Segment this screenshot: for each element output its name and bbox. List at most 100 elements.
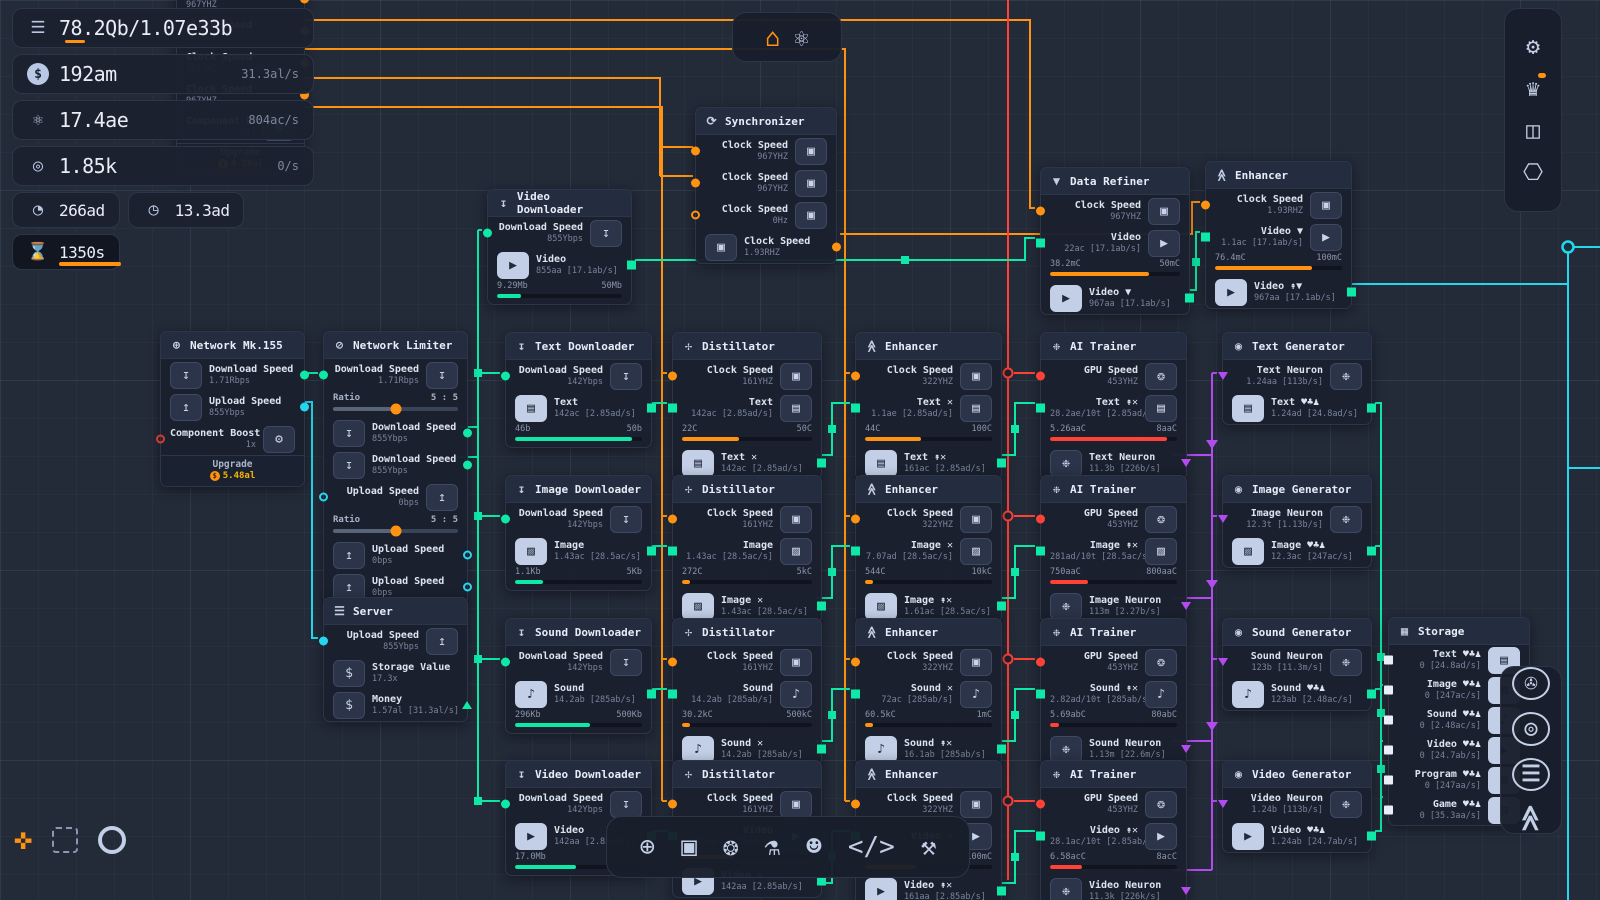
distillator-text[interactable]: ✢DistillatorClock Speed161YHZ▣Text142ac … [672,332,822,480]
node-header[interactable]: ◉Image Generator [1223,476,1371,503]
upload-icon[interactable]: ↥ [426,628,458,655]
synchronizer[interactable]: ⟳SynchronizerClock Speed967YHZ▣Clock Spe… [695,107,837,264]
port-dot-orange[interactable] [1201,201,1210,210]
download-icon[interactable]: ↧ [590,220,622,247]
node-header[interactable]: ▦Storage [1389,618,1529,645]
port-sq-green[interactable] [1036,832,1045,841]
dollar-icon[interactable]: $ [333,660,365,687]
download-icon[interactable]: ↧ [333,420,365,447]
port-sq-green[interactable] [647,690,656,699]
node-header[interactable]: ↧Sound Downloader [506,619,651,646]
port-sq-green[interactable] [1036,239,1045,248]
port-dot-orange[interactable] [1036,207,1045,216]
video-icon[interactable]: ▶ [1050,285,1082,312]
timer-readout[interactable]: ⌛ 1350s [12,234,120,270]
image-generator[interactable]: ◉Image GeneratorImage Neuron12.3t [1.13b… [1222,475,1372,568]
text-icon[interactable]: ▤ [865,450,897,477]
time-readout[interactable]: ◷ 13.3ad [128,192,245,228]
tab-agents[interactable]: ☻ [806,832,822,862]
port-dot-orange[interactable] [691,179,700,188]
port-sq-white[interactable] [1384,806,1393,815]
port-dot-green[interactable] [483,229,492,238]
port-sq-green[interactable] [1367,547,1376,556]
port-sq-green[interactable] [627,261,636,270]
node-header[interactable]: ⊕Network Mk.155 [161,332,304,359]
network-mk155[interactable]: ⊕Network Mk.155↧Download Speed1.71Rbps↥U… [160,331,305,487]
port-sq-green[interactable] [851,690,860,699]
chip-icon[interactable]: ▣ [780,363,812,390]
video-icon[interactable]: ▶ [1215,279,1247,306]
server[interactable]: ☰ServerUpload Speed855Ybps↥$Storage Valu… [323,597,468,722]
port-sq-green[interactable] [668,690,677,699]
sound-icon[interactable]: ♪ [780,681,812,708]
download-icon[interactable]: ↧ [610,363,642,390]
port-dot-cyan-hollow[interactable] [463,551,472,560]
port-sq-green[interactable] [1036,690,1045,699]
move-tool[interactable]: ✜ [14,822,32,857]
ai-trainer-sound[interactable]: ❉AI TrainerGPU Speed453YHZ❂Sound ↟✕2.82a… [1040,618,1187,766]
port-dot-orange[interactable] [691,147,700,156]
pie-readout[interactable]: ◔ 266ad [12,192,120,228]
sound-icon[interactable]: ♪ [865,736,897,763]
port-sq-green[interactable] [997,459,1006,468]
tab-gpu[interactable]: ❂ [723,832,739,862]
neuron-icon[interactable]: ❉ [1050,878,1082,900]
distillator-image[interactable]: ✢DistillatorClock Speed161YHZ▣Image1.43a… [672,475,822,623]
image-icon[interactable]: ▨ [1145,538,1177,565]
video-icon[interactable]: ▶ [1310,224,1342,251]
image-downloader[interactable]: ↧Image DownloaderDownload Speed142Ybps↧▨… [505,475,652,591]
tab-code[interactable]: </> [848,832,895,862]
port-sq-green[interactable] [997,887,1006,896]
port-sq-green[interactable] [668,547,677,556]
gpu-icon[interactable]: ❂ [1145,791,1177,818]
node-header[interactable]: ❉AI Trainer [1041,619,1186,646]
sound-icon[interactable]: ♪ [1232,681,1264,708]
port-dot-orange[interactable] [851,372,860,381]
video-icon[interactable]: ▶ [1232,823,1264,850]
port-tri-purple[interactable] [1218,515,1228,523]
tab-research[interactable]: ⚗ [765,832,781,862]
collapse-button[interactable]: ≫ [1514,803,1548,833]
node-header[interactable]: ≫Enhancer [856,761,1001,788]
text-icon[interactable]: ▤ [780,395,812,422]
port-sq-green[interactable] [817,745,826,754]
node-header[interactable]: ▼Data Refiner [1041,168,1189,195]
port-tri-purple[interactable] [1181,745,1191,753]
ratio-slider-knob[interactable] [390,404,401,415]
spin-button[interactable]: ✇ [1512,667,1550,700]
chip-icon[interactable]: ▣ [960,649,992,676]
port-sq-green[interactable] [647,404,656,413]
home-button[interactable]: ⌂ [765,23,780,52]
chip-icon[interactable]: ▣ [960,791,992,818]
port-dot-green[interactable] [501,800,510,809]
port-dot-orange-hollow[interactable] [691,211,700,220]
prestige-button[interactable]: ⚛ [794,23,809,52]
chip-icon[interactable]: ▣ [795,138,827,165]
video-icon[interactable]: ▶ [515,823,547,850]
node-header[interactable]: ↧Video Downloader [488,190,631,217]
gpu-icon[interactable]: ❂ [1145,363,1177,390]
neuron-icon[interactable]: ❉ [1330,506,1362,533]
node-header[interactable]: ≫Enhancer [1206,162,1351,189]
chip-icon[interactable]: ▣ [795,170,827,197]
port-sq-white[interactable] [1384,656,1393,665]
port-sq-green[interactable] [1036,404,1045,413]
tab-engineering[interactable]: ⚒ [921,832,937,862]
port-dot-red[interactable] [1036,515,1045,524]
port-dot-red[interactable] [1036,372,1045,381]
video-icon[interactable]: ▶ [865,878,897,900]
upload-icon[interactable]: ↥ [333,542,365,569]
port-sq-green[interactable] [997,745,1006,754]
port-sq-green[interactable] [1367,404,1376,413]
node-header[interactable]: ✢Distillator [673,761,821,788]
ai-trainer-video[interactable]: ❉AI TrainerGPU Speed453YHZ❂Video ↟✕28.1a… [1040,760,1187,900]
chip-icon[interactable]: ▣ [705,234,737,261]
port-sq-white[interactable] [1384,746,1393,755]
sound-downloader[interactable]: ↧Sound DownloaderDownload Speed142Ybps↧♪… [505,618,652,734]
port-dot-cyan[interactable] [300,403,309,412]
text-icon[interactable]: ▤ [1145,395,1177,422]
gear-icon[interactable]: ⚙ [263,426,295,453]
chip-icon[interactable]: ▣ [1148,198,1180,225]
node-header[interactable]: ◉Text Generator [1223,333,1371,360]
port-sq-white[interactable] [1384,686,1393,695]
